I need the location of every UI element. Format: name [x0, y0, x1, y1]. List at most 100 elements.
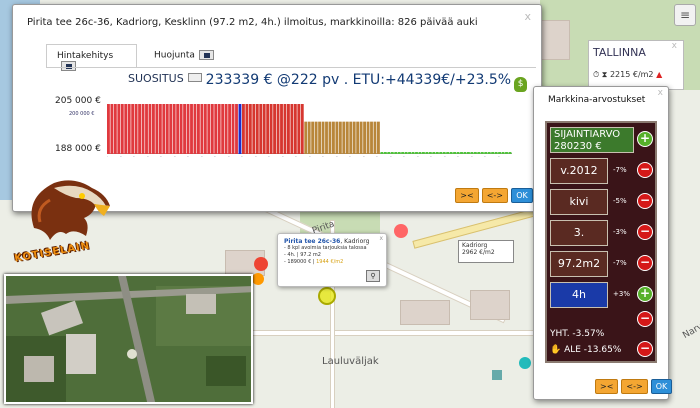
- recommendation-value: 233339 € @222 pv . ETU:+44339€/+23.5%: [205, 72, 512, 88]
- layers-icon[interactable]: ≡: [674, 4, 696, 26]
- x-tick: ·: [145, 154, 149, 161]
- x-tick: ·: [280, 154, 284, 161]
- chart-bar: [345, 121, 349, 154]
- x-tick: ·: [226, 154, 230, 161]
- area-chip: 97.2m2: [550, 251, 608, 277]
- x-tick: ·: [158, 154, 163, 161]
- ok-button[interactable]: OK: [650, 379, 673, 394]
- city-price-value: 2215 €/m2: [609, 70, 654, 79]
- tab-huojunta[interactable]: Huojunta: [144, 44, 224, 68]
- city-panel: TALLINNA ⏱ ⧗ 2215 €/m2 ▲ x: [588, 40, 684, 90]
- city-price: ⏱ ⧗ 2215 €/m2 ▲: [593, 70, 662, 80]
- chart-bar: [356, 121, 360, 154]
- chart-bar: [273, 104, 277, 154]
- chart-bar: [165, 104, 169, 154]
- remove-button[interactable]: −: [637, 162, 653, 178]
- map-marker[interactable]: [519, 357, 531, 369]
- chart-bar: [131, 104, 135, 154]
- rooms-chip: 4h: [550, 282, 608, 308]
- chart-bar: [113, 104, 117, 154]
- dialog-buttons: >< <-> OK: [452, 188, 533, 203]
- chart-bar: [148, 104, 152, 154]
- street-label: Narva: [681, 318, 700, 342]
- chart-bar: [172, 104, 176, 154]
- remove-button[interactable]: −: [637, 341, 653, 357]
- x-tick: ·: [388, 154, 392, 161]
- valuation-row: 4h +3% +: [547, 280, 655, 310]
- map-marker[interactable]: [394, 224, 408, 238]
- popup-title[interactable]: Pirita tee 26c-36: [284, 238, 340, 245]
- remove-button[interactable]: −: [637, 311, 653, 327]
- remove-button[interactable]: −: [637, 224, 653, 240]
- chart-bar: [120, 104, 124, 154]
- x-tick: ·: [320, 154, 325, 161]
- expand-button[interactable]: <->: [481, 188, 508, 203]
- chart-bar: [321, 121, 325, 154]
- road: [250, 330, 550, 336]
- selected-location-marker[interactable]: [318, 287, 336, 305]
- chart-bar: [262, 104, 266, 154]
- chart-bar: [162, 104, 166, 154]
- ok-button[interactable]: OK: [511, 188, 533, 203]
- add-button[interactable]: +: [637, 286, 653, 302]
- y-axis-top-label: 205 000 €: [55, 96, 101, 106]
- chart-bar: [328, 121, 332, 154]
- chart-bar: [335, 121, 339, 154]
- district-price: 2962 €/m2: [462, 249, 495, 256]
- dialog-title: Pirita tee 26c-36, Kadriorg, Kesklinn (9…: [27, 17, 478, 28]
- adjustment-percent: -5%: [613, 197, 627, 205]
- chart-bar: [300, 104, 304, 154]
- district-label-box[interactable]: Kadriorg 2962 €/m2: [458, 240, 514, 263]
- popup-line: - 189000 € | 1944 €/m2: [284, 259, 380, 266]
- x-tick: ·: [266, 154, 271, 161]
- chart-icon: [198, 50, 214, 60]
- tab-label: Hintakehitys: [57, 51, 114, 61]
- chart-bar: [363, 121, 367, 154]
- chart-bar: [224, 104, 228, 154]
- chart-bar: [248, 104, 252, 154]
- chart-bar: [314, 121, 318, 154]
- map-marker[interactable]: [252, 273, 264, 285]
- x-tick: ·: [401, 154, 406, 161]
- chart-bar: [304, 121, 308, 154]
- chart-bar: [203, 104, 207, 154]
- zoom-icon[interactable]: ⚲: [366, 270, 380, 282]
- chart-bar: [152, 104, 155, 154]
- street-label: Lauluväljak: [322, 356, 379, 367]
- x-tick: ·: [334, 154, 338, 161]
- building: [400, 300, 450, 325]
- x-tick: ·: [172, 154, 176, 161]
- building: [470, 290, 510, 320]
- tab-label: Huojunta: [154, 50, 195, 61]
- chart-bar: [183, 104, 187, 154]
- map-marker[interactable]: [492, 370, 502, 380]
- building: [540, 20, 570, 60]
- panel-buttons: >< <-> OK: [592, 379, 673, 394]
- chart-bar: [158, 104, 162, 154]
- remove-button[interactable]: −: [637, 255, 653, 271]
- close-button[interactable]: x: [524, 10, 531, 23]
- close-button[interactable]: x: [672, 41, 677, 51]
- x-tick: ·: [415, 154, 419, 161]
- location-value-amount: 280230 €: [554, 141, 602, 152]
- adjustment-percent: +3%: [613, 290, 630, 298]
- y-axis-bottom-label: 188 000 €: [55, 144, 101, 154]
- info-icon[interactable]: [187, 73, 202, 82]
- chart-bar: [252, 104, 256, 154]
- chart-bar: [349, 121, 353, 154]
- chart-bar: [207, 104, 211, 154]
- add-button[interactable]: +: [637, 131, 653, 147]
- chart-bar: [293, 104, 297, 154]
- tab-hintakehitys[interactable]: Hintakehitys: [46, 44, 137, 71]
- map-marker[interactable]: [254, 257, 268, 271]
- expand-button[interactable]: <->: [621, 379, 648, 394]
- collapse-button[interactable]: ><: [455, 188, 479, 203]
- remove-button[interactable]: −: [637, 193, 653, 209]
- clock-icon: ⏱ ⧗: [593, 70, 610, 79]
- close-button[interactable]: x: [658, 88, 663, 98]
- collapse-button[interactable]: ><: [595, 379, 619, 394]
- x-tick: ·: [131, 154, 136, 161]
- close-button[interactable]: x: [379, 235, 383, 242]
- x-tick: ·: [361, 154, 365, 161]
- material-chip: kivi: [550, 189, 608, 215]
